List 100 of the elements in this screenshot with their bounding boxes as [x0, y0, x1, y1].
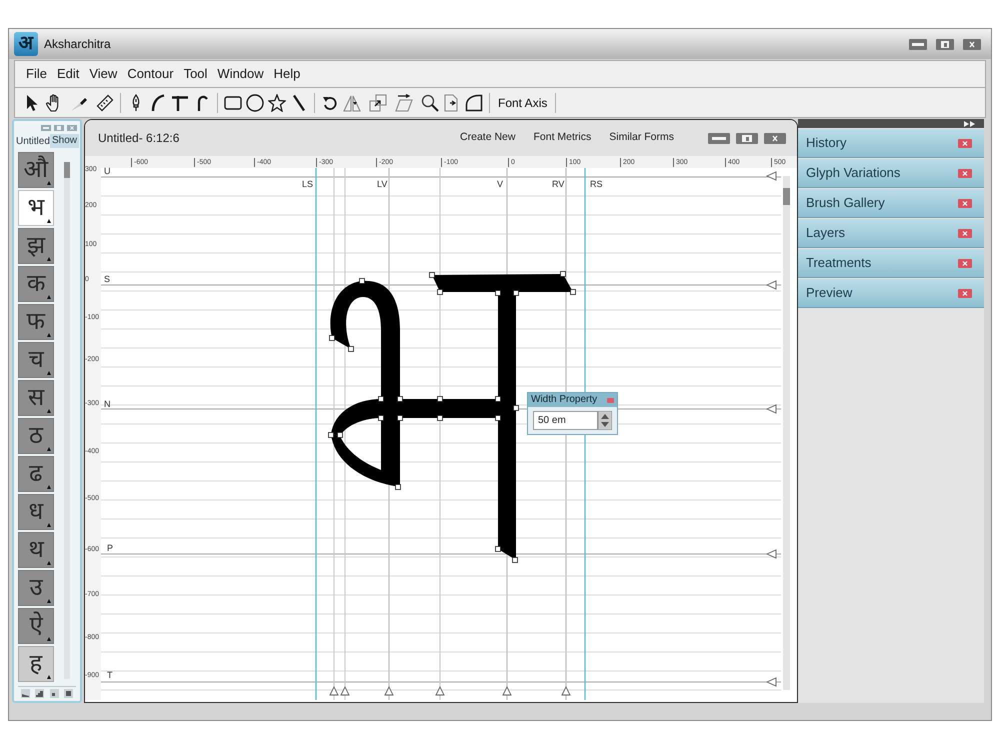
scrollbar-thumb[interactable]	[64, 162, 70, 178]
guide-label: RS	[590, 179, 603, 189]
rectangle-icon[interactable]	[224, 94, 242, 112]
filled-square-icon[interactable]	[64, 689, 74, 698]
anchor-point-handle[interactable]	[513, 405, 519, 411]
triangle-marker-icon[interactable]	[384, 686, 394, 696]
value-field[interactable]: 50 em	[533, 411, 598, 430]
menu-item[interactable]: Help	[270, 64, 304, 84]
glyph-tile[interactable]: झ	[18, 228, 54, 264]
panel-item[interactable]: Preview	[798, 279, 984, 308]
anchor-point-handle[interactable]	[560, 271, 566, 277]
corner-triangle-icon	[47, 219, 51, 223]
menu-item[interactable]: Contour	[123, 64, 178, 84]
menu-link[interactable]: Similar Forms	[609, 130, 674, 146]
triangle-marker-icon[interactable]	[766, 171, 776, 181]
panel-item[interactable]: History	[798, 129, 984, 158]
scale-icon[interactable]	[369, 94, 387, 112]
close-icon[interactable]	[958, 228, 972, 238]
metric-label: P	[107, 543, 114, 553]
menu-item[interactable]: File	[22, 64, 51, 84]
menu-link[interactable]: Font Metrics	[533, 130, 592, 146]
glyph-tile[interactable]: भ	[18, 190, 54, 226]
triangle-marker-icon[interactable]	[329, 686, 339, 696]
menu-link[interactable]: Create New	[460, 130, 516, 146]
glyph-tile[interactable]: क	[18, 266, 54, 302]
corner-triangle-icon	[47, 637, 51, 641]
maximize-icon[interactable]	[736, 132, 758, 144]
panel-item[interactable]: Layers	[798, 219, 984, 248]
t-shape-icon[interactable]	[171, 94, 189, 112]
anchor-point-handle[interactable]	[513, 290, 519, 296]
glyph-tile[interactable]: थ	[18, 532, 54, 568]
rounded-shape-icon[interactable]	[465, 94, 483, 112]
panel-item[interactable]: Brush Gallery	[798, 189, 984, 218]
double-arrow-icon[interactable]	[964, 120, 976, 126]
bars-icon[interactable]	[35, 689, 44, 698]
menu-item[interactable]: View	[85, 64, 122, 84]
anchor-point-handle[interactable]	[378, 396, 384, 402]
triangle-marker-icon[interactable]	[561, 686, 571, 696]
anchor-point-handle[interactable]	[495, 396, 501, 402]
anchor-point-handle[interactable]	[495, 415, 501, 421]
anchor-point-handle[interactable]	[429, 272, 435, 278]
triangle-marker-icon[interactable]	[766, 404, 776, 414]
anchor-point-handle[interactable]	[329, 335, 335, 341]
small-square-icon[interactable]	[50, 689, 59, 698]
triangle-marker-icon[interactable]	[766, 280, 776, 290]
close-icon[interactable]	[958, 288, 972, 298]
scrollbar-thumb[interactable]	[783, 188, 790, 205]
minimize-icon[interactable]	[909, 38, 927, 50]
ruler-icon[interactable]	[96, 94, 114, 112]
anchor-point-handle[interactable]	[348, 346, 354, 352]
maximize-icon[interactable]	[936, 38, 954, 50]
anchor-point-handle[interactable]	[495, 290, 501, 296]
glyph-tile[interactable]: ढ	[18, 456, 54, 492]
triangle-marker-icon[interactable]	[766, 549, 776, 559]
show-toggle[interactable]: Show	[50, 134, 79, 148]
slope-icon[interactable]	[20, 689, 30, 698]
glyph-tile[interactable]: ऐ	[18, 608, 54, 644]
glyph-tile[interactable]: ह	[18, 646, 54, 682]
anchor-point-handle[interactable]	[359, 278, 365, 284]
star-icon[interactable]	[268, 94, 286, 112]
curve-icon[interactable]	[149, 94, 167, 112]
panel-item[interactable]: Glyph Variations	[798, 159, 984, 188]
triangle-marker-icon[interactable]	[340, 686, 350, 696]
triangle-marker-icon[interactable]	[435, 686, 445, 696]
magnifier-icon[interactable]	[421, 94, 439, 112]
close-icon[interactable]	[963, 38, 981, 50]
minimize-icon[interactable]	[708, 132, 730, 144]
anchor-point-handle[interactable]	[397, 415, 403, 421]
glyph-tile[interactable]: च	[18, 342, 54, 378]
glyph-tile[interactable]: उ	[18, 570, 54, 606]
anchor-point-handle[interactable]	[512, 557, 518, 563]
font-axis-button[interactable]: Font Axis	[496, 94, 550, 112]
triangle-marker-icon[interactable]	[766, 677, 776, 687]
circle-icon[interactable]	[246, 94, 264, 112]
skew-icon[interactable]	[395, 94, 413, 112]
glyph-tile[interactable]: औ	[18, 152, 54, 188]
menu-item[interactable]: Edit	[52, 64, 84, 84]
anchor-point-handle[interactable]	[378, 415, 384, 421]
glyph-tile[interactable]: स	[18, 380, 54, 416]
close-icon[interactable]	[764, 132, 786, 144]
glyph-tile[interactable]: फ	[18, 304, 54, 340]
anchor-point-handle[interactable]	[437, 289, 443, 295]
close-icon[interactable]	[958, 258, 972, 268]
spinner-icon[interactable]	[598, 411, 612, 430]
anchor-point-handle[interactable]	[437, 415, 443, 421]
close-icon[interactable]	[958, 198, 972, 208]
anchor-point-handle[interactable]	[570, 289, 576, 295]
glyph-tile[interactable]: ठ	[18, 418, 54, 454]
triangle-marker-icon[interactable]	[502, 686, 512, 696]
anchor-point-handle[interactable]	[495, 546, 501, 552]
menu-item[interactable]: Window	[213, 64, 268, 84]
line-icon[interactable]	[290, 94, 308, 112]
panel-item[interactable]: Treatments	[798, 249, 984, 278]
anchor-point-handle[interactable]	[395, 484, 401, 490]
close-icon[interactable]	[958, 138, 972, 148]
anchor-point-handle[interactable]	[437, 396, 443, 402]
close-icon[interactable]	[958, 168, 972, 178]
anchor-point-handle[interactable]	[397, 396, 403, 402]
menu-item[interactable]: Tool	[180, 64, 212, 84]
glyph-tile[interactable]: ध	[18, 494, 54, 530]
